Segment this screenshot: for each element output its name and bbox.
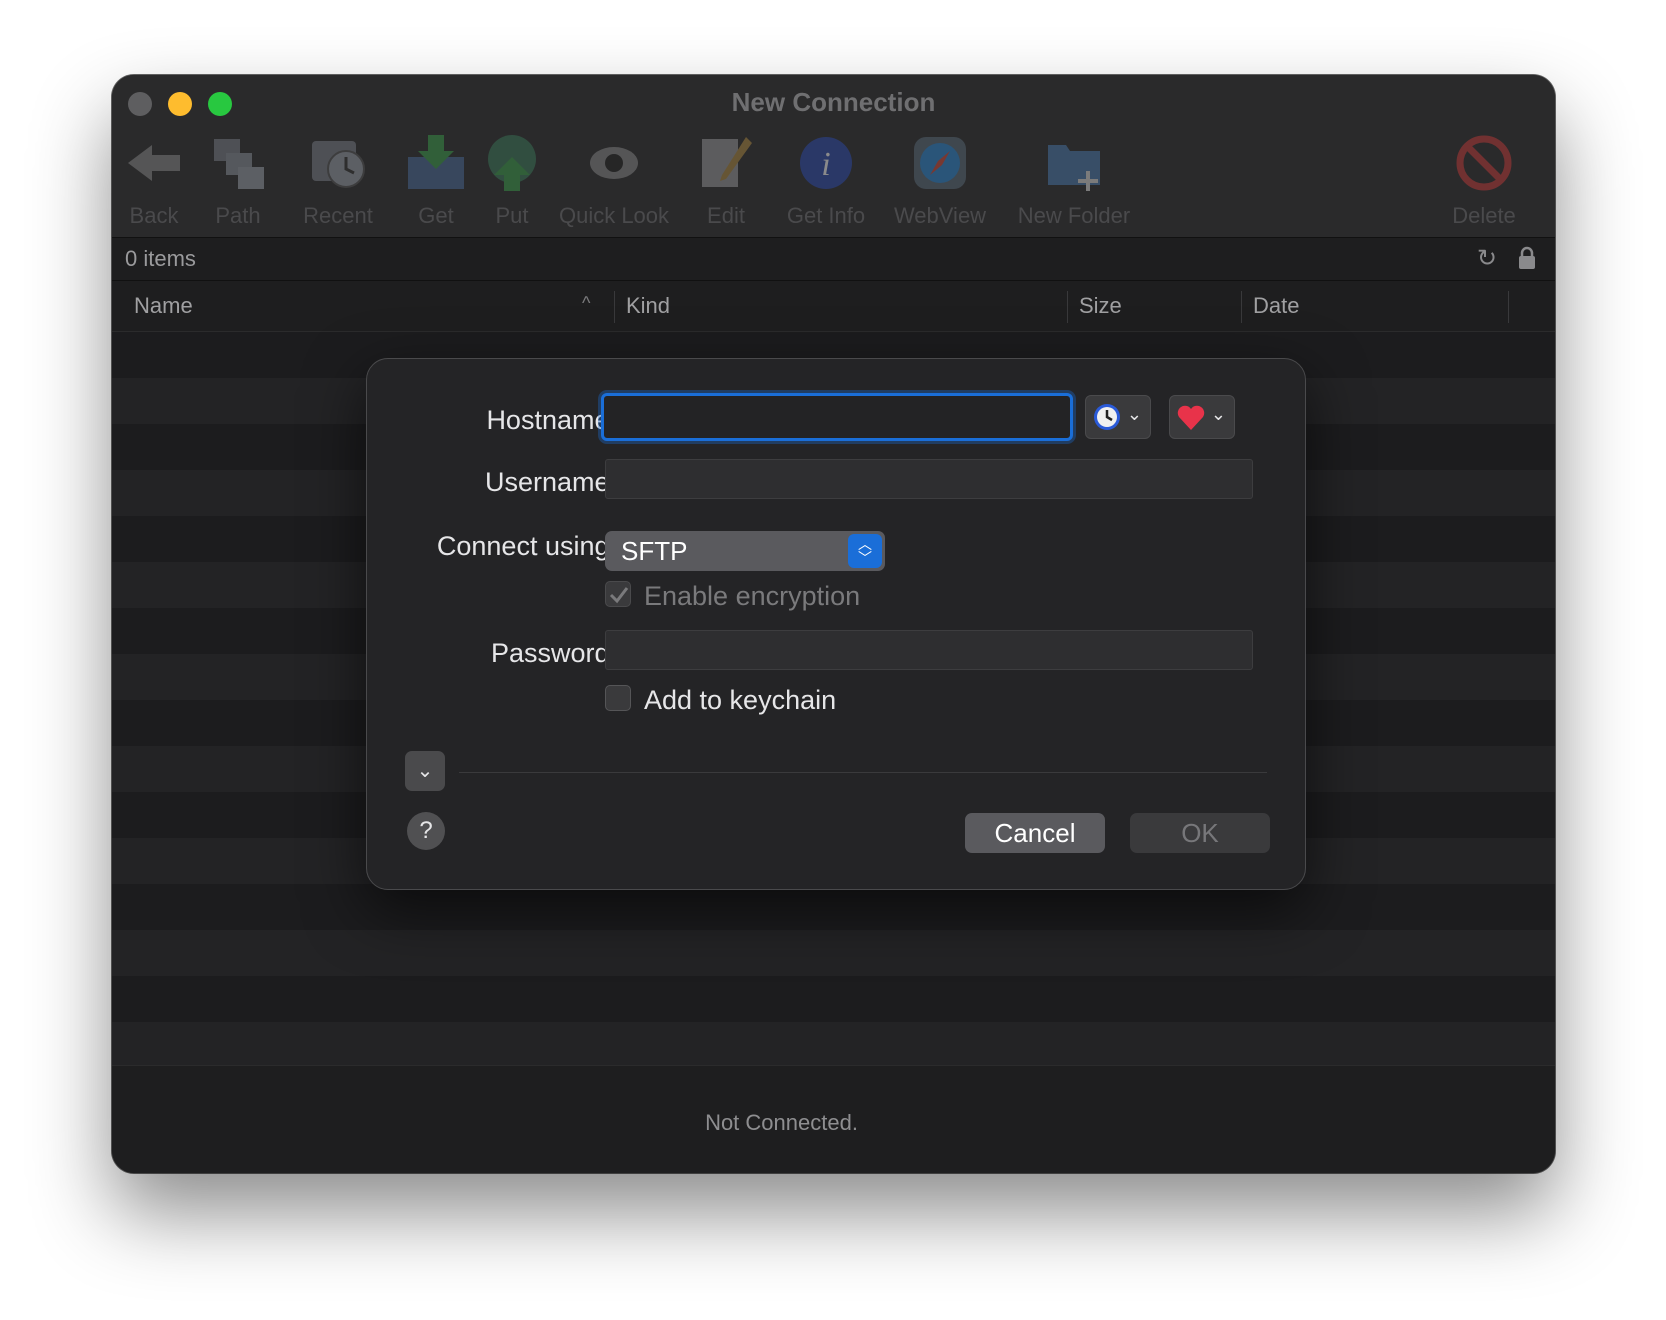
- recent-clock-icon: [308, 133, 368, 193]
- cancel-button[interactable]: Cancel: [965, 813, 1105, 853]
- delete-icon: [1454, 133, 1514, 193]
- refresh-icon[interactable]: ↻: [1477, 244, 1497, 273]
- protocol-value: SFTP: [621, 536, 688, 566]
- heart-icon: [1177, 405, 1205, 430]
- title-bar: New Connection Back Path Recent Get Put …: [112, 75, 1555, 238]
- clock-icon: [1094, 404, 1120, 430]
- window-title: New Connection: [731, 87, 936, 117]
- column-separator[interactable]: [1508, 291, 1509, 323]
- download-icon: [406, 133, 466, 193]
- empty-row: [112, 884, 1555, 930]
- path-icon: [208, 133, 268, 193]
- svg-text:i: i: [821, 146, 830, 183]
- lock-icon[interactable]: [1517, 246, 1537, 270]
- column-separator[interactable]: [1067, 291, 1068, 323]
- info-icon: i: [796, 133, 856, 193]
- protocol-select[interactable]: SFTP ︿ ﹀: [605, 531, 885, 571]
- username-input[interactable]: [605, 459, 1253, 499]
- toolbar-delete[interactable]: Delete: [1452, 133, 1516, 228]
- toolbar-put[interactable]: Put: [482, 133, 542, 228]
- toolbar-webview[interactable]: WebView: [894, 133, 986, 228]
- add-to-keychain-checkbox[interactable]: [605, 685, 631, 711]
- bookmarks-popup-button[interactable]: ⌄: [1169, 395, 1235, 439]
- toolbar-edit[interactable]: Edit: [696, 133, 756, 228]
- compass-icon: [910, 133, 970, 193]
- new-connection-dialog: Hostname: ⌄ ⌄ Username: Connect using: S…: [366, 358, 1306, 890]
- toolbar-quick-look[interactable]: Quick Look: [559, 133, 669, 228]
- connection-status: Not Connected.: [705, 1110, 858, 1135]
- disclosure-button[interactable]: ⌄: [405, 751, 445, 791]
- password-input[interactable]: [605, 630, 1253, 670]
- username-label: Username:: [484, 467, 617, 497]
- back-arrow-icon: [124, 133, 184, 193]
- divider: [459, 772, 1267, 773]
- empty-row: [112, 930, 1555, 976]
- toolbar-delete-label: Delete: [1452, 203, 1516, 228]
- column-separator[interactable]: [1241, 291, 1242, 323]
- enable-encryption-label: Enable encryption: [644, 581, 861, 611]
- password-label: Password:: [490, 638, 617, 668]
- ok-button[interactable]: OK: [1130, 813, 1270, 853]
- add-to-keychain-label: Add to keychain: [644, 685, 837, 715]
- file-table-header: Name ^ Kind Size Date: [112, 281, 1555, 332]
- toolbar-path[interactable]: Path: [204, 133, 272, 228]
- toolbar-webview-label: WebView: [893, 203, 987, 228]
- checkmark-icon: [609, 587, 629, 604]
- sort-ascending-icon: ^: [582, 293, 591, 313]
- column-separator[interactable]: [614, 291, 615, 323]
- upload-icon: [482, 133, 542, 193]
- edit-pencil-icon: [696, 133, 756, 193]
- chevron-down-icon: ⌄: [416, 760, 434, 782]
- hostname-label: Hostname:: [486, 405, 617, 435]
- bottom-status-bar: Not Connected.: [112, 1065, 1555, 1173]
- up-down-chevron-icon: ︿ ﹀: [848, 534, 882, 568]
- toolbar-new-folder-label: New Folder: [1017, 203, 1131, 228]
- help-button[interactable]: ?: [407, 812, 445, 850]
- eye-icon: [584, 133, 644, 193]
- column-kind[interactable]: Kind: [626, 293, 670, 319]
- toolbar-get-info[interactable]: i Get Info: [787, 133, 865, 228]
- items-count: 0 items: [125, 246, 196, 271]
- column-size[interactable]: Size: [1079, 293, 1122, 319]
- empty-row: [112, 976, 1555, 1022]
- chevron-down-icon: ⌄: [1210, 404, 1226, 424]
- status-bar: 0 items ↻: [112, 238, 1555, 281]
- chevron-down-icon: ⌄: [1126, 404, 1142, 424]
- connect-using-label: Connect using:: [436, 531, 617, 561]
- toolbar-new-folder[interactable]: New Folder: [1018, 133, 1130, 228]
- column-date[interactable]: Date: [1253, 293, 1299, 319]
- hostname-input[interactable]: [601, 393, 1073, 441]
- column-name[interactable]: Name: [134, 293, 193, 319]
- enable-encryption-checkbox[interactable]: [605, 581, 631, 607]
- history-popup-button[interactable]: ⌄: [1085, 395, 1151, 439]
- empty-row: [112, 1022, 1555, 1068]
- new-folder-icon: [1044, 133, 1104, 193]
